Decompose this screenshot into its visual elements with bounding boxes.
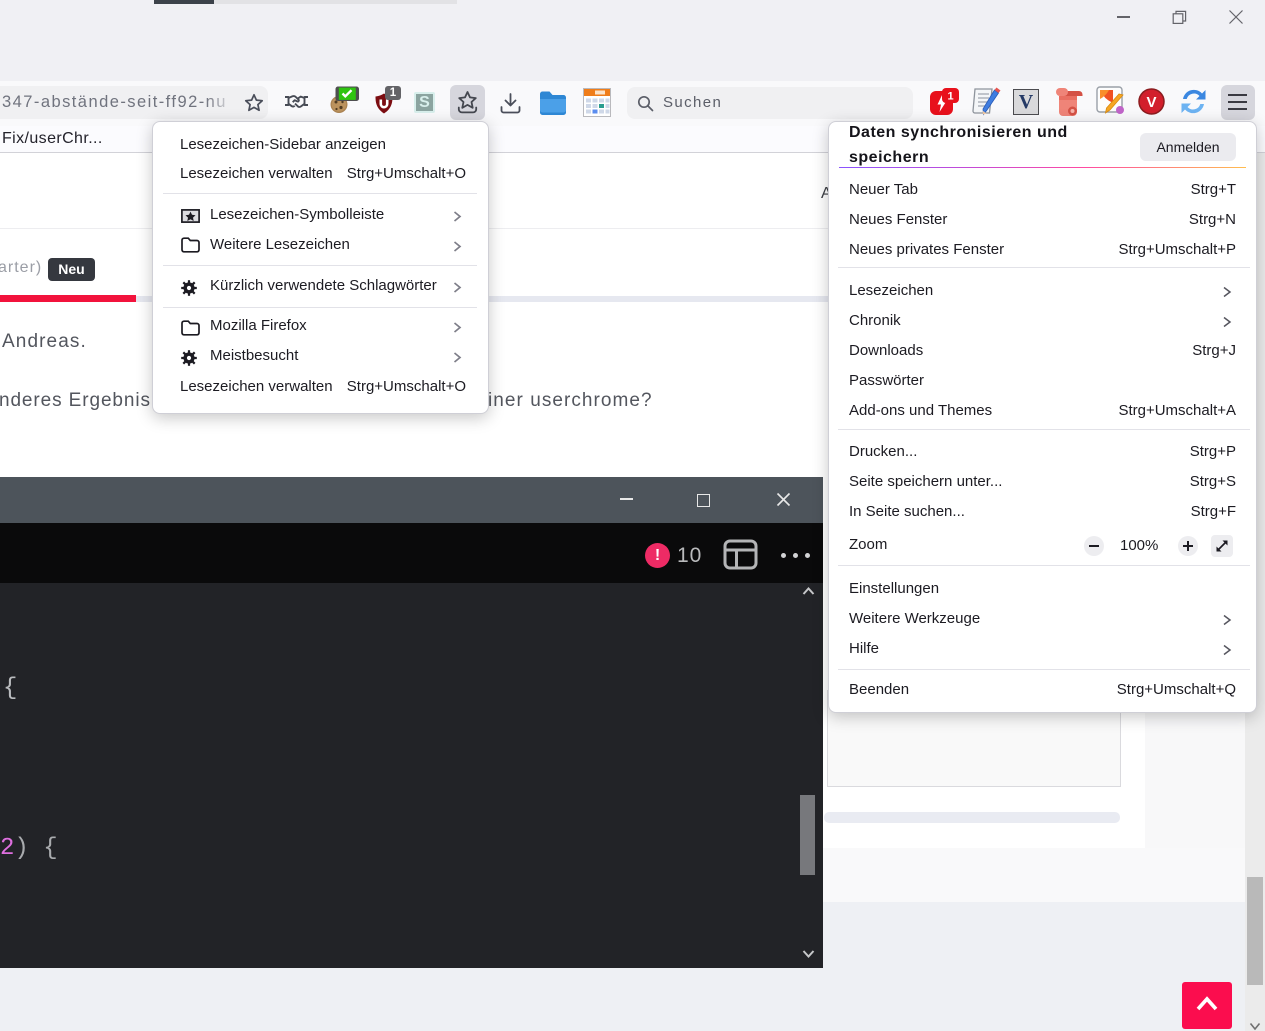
svg-text:V: V (1146, 94, 1156, 111)
svg-text:1: 1 (947, 91, 953, 103)
